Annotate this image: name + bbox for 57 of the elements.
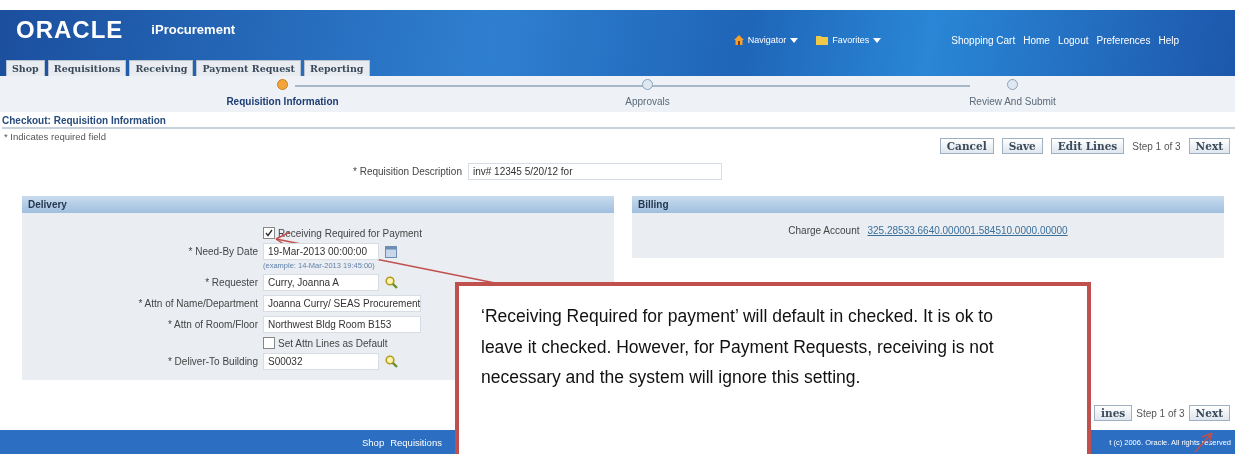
footer-link[interactable]: Requisitions — [390, 436, 442, 448]
menu-button[interactable]: Favorites — [816, 35, 882, 45]
input-field[interactable]: 19-Mar-2013 00:00:00 — [263, 243, 379, 260]
input-field[interactable]: Northwest Bldg Room B153 — [263, 316, 421, 333]
logo: ORACLE — [16, 16, 124, 44]
footer-link[interactable]: Shop — [362, 436, 385, 448]
action-button[interactable]: Save — [1001, 138, 1043, 154]
field-label: * Attn of Room/Floor — [166, 319, 258, 330]
field-label: * Need-By Date — [187, 246, 258, 257]
tab[interactable]: Requisitions — [47, 60, 127, 76]
checkbox[interactable] — [263, 337, 275, 349]
action-button[interactable]: Cancel — [939, 138, 994, 154]
step-label: Requisition Information — [226, 96, 339, 107]
search-icon[interactable] — [385, 355, 398, 368]
action-button[interactable]: ines — [1094, 405, 1133, 421]
field-label: * Deliver-To Building — [166, 356, 258, 367]
input-field[interactable]: Curry, Joanna A — [263, 274, 379, 291]
header-link[interactable]: Home — [1023, 35, 1050, 46]
input-field[interactable]: S00032 — [263, 353, 379, 370]
menu-button[interactable]: Navigator — [733, 35, 799, 45]
step-indicator: Step 1 of 3 — [1136, 407, 1185, 419]
field-label: * Requisition Description — [353, 166, 462, 177]
folder-icon — [816, 35, 829, 45]
caret-icon — [790, 37, 799, 43]
field-label: Charge Account — [788, 225, 860, 236]
panel-header: Delivery — [22, 196, 614, 213]
header-link[interactable]: Help — [1158, 35, 1179, 46]
action-button[interactable]: Edit Lines — [1050, 138, 1125, 154]
step-indicator: Step 1 of 3 — [1132, 140, 1181, 152]
callout-note: ‘Receiving Required for payment’ will default in checked. It is ok to leave it checked. However, for Payment Requests, receiving is not necessary and the system will ignore this setting. — [455, 282, 1091, 454]
header-link[interactable]: Logout — [1057, 35, 1089, 46]
tab[interactable]: Reporting — [304, 60, 370, 76]
next-button[interactable]: Next — [1188, 138, 1230, 154]
description-field[interactable]: inv# 12345 5/20/12 for — [467, 163, 722, 180]
next-button[interactable]: Next — [1188, 405, 1230, 421]
tab[interactable]: Shop — [6, 60, 45, 76]
checkbox[interactable] — [263, 227, 275, 239]
field-label: * Requester — [204, 277, 258, 288]
header-link[interactable]: Shopping Cart — [951, 35, 1016, 46]
step-label: Review And Submit — [969, 96, 1056, 107]
page-title: Checkout: Requisition Information — [2, 115, 1235, 129]
required-note: * Indicates required field — [4, 131, 107, 142]
house-icon — [733, 35, 744, 45]
field-label: * Attn of Name/Department — [137, 298, 258, 309]
panel-header: Billing — [632, 196, 1224, 213]
search-icon[interactable] — [385, 276, 398, 289]
product-name: iProcurement — [151, 22, 236, 37]
account-link[interactable]: 325.28533.6640.000001.584510.0000.00000 — [867, 225, 1068, 236]
header-link[interactable]: Preferences — [1096, 35, 1151, 46]
tab[interactable]: Receiving — [129, 60, 194, 76]
calendar-icon[interactable] — [385, 245, 397, 258]
checkbox-label: Receiving Required for Payment — [278, 227, 422, 239]
step-label: Approvals — [625, 96, 670, 107]
caret-icon — [873, 37, 882, 43]
input-field[interactable]: Joanna Curry/ SEAS Procurement — [263, 295, 421, 312]
checkbox-label: Set Attn Lines as Default — [278, 337, 388, 349]
tab[interactable]: Payment Request — [196, 60, 301, 76]
